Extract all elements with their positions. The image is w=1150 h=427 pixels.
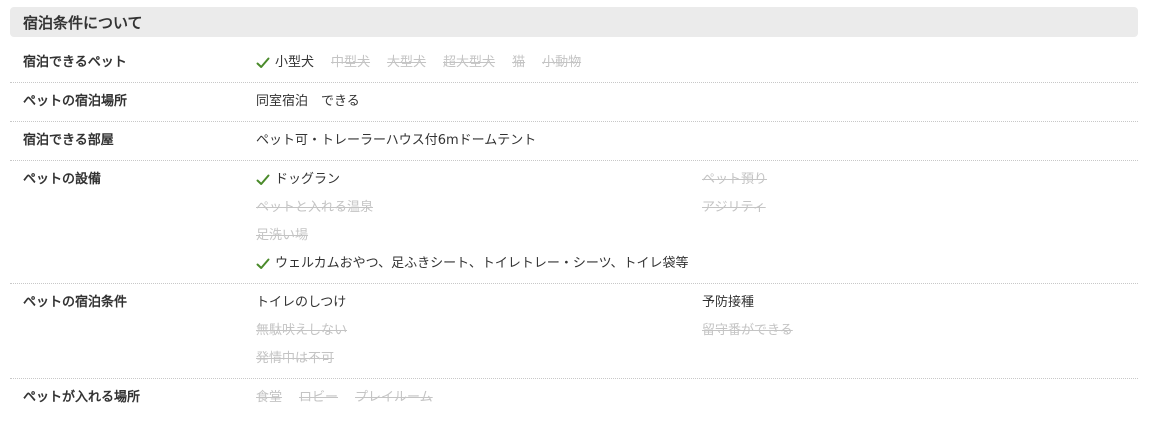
row-stay-location: ペットの宿泊場所 同室宿泊 できる — [10, 83, 1138, 122]
row-facilities: ペットの設備 ドッグラン ペット預り ペットと入れる温泉 アジリティ 足洗い場 … — [10, 161, 1138, 284]
list-item: 小動物 — [542, 55, 582, 70]
place-list: 食堂 ロビー プレイルーム — [256, 384, 1138, 412]
row-content: ペット可・トレーラーハウス付6mドームテント — [256, 122, 1138, 160]
row-label: 宿泊できるペット — [23, 55, 127, 70]
pet-type-list: 小型犬 中型犬 大型犬 超大型犬 猫 小動物 — [256, 49, 1138, 77]
row-content: 同室宿泊 できる — [256, 83, 1138, 121]
row-rooms: 宿泊できる部屋 ペット可・トレーラーハウス付6mドームテント — [10, 122, 1138, 161]
row-content: 小型犬 中型犬 大型犬 超大型犬 猫 小動物 — [256, 44, 1138, 82]
list-item: ウェルカムおやつ、足ふきシート、トイレトレー・シーツ、トイレ袋等 — [256, 250, 1138, 278]
row-label: ペットの宿泊条件 — [23, 295, 128, 310]
list-item: アジリティ — [702, 200, 766, 215]
row-label: ペットの宿泊場所 — [23, 94, 128, 109]
row-value: ペット可・トレーラーハウス付6mドームテント — [256, 133, 537, 148]
row-content: トイレのしつけ 予防接種 無駄吠えしない 留守番ができる 発情中は不可 — [256, 284, 1138, 378]
checkmark-icon — [256, 173, 270, 187]
row-allowed-pets: 宿泊できるペット 小型犬 中型犬 大型犬 超大型犬 猫 小動物 — [10, 44, 1138, 83]
section-title: 宿泊条件について — [10, 7, 1138, 37]
lodging-conditions-panel: 宿泊条件について 宿泊できるペット 小型犬 中型犬 大型犬 超大型犬 猫 小動物… — [0, 0, 1150, 427]
row-stay-conditions: ペットの宿泊条件 トイレのしつけ 予防接種 無駄吠えしない 留守番ができる 発情… — [10, 284, 1138, 379]
list-item: 猫 — [512, 55, 526, 70]
facility-list: ドッグラン ペット預り ペットと入れる温泉 アジリティ 足洗い場 ウェルカムおや… — [256, 166, 1138, 278]
row-label: ペットの設備 — [23, 172, 102, 187]
list-item: 超大型犬 — [443, 55, 496, 70]
list-item: トイレのしつけ — [256, 295, 347, 310]
list-item: ロビー — [299, 390, 339, 405]
row-content: 食堂 ロビー プレイルーム — [256, 379, 1138, 417]
list-item: 大型犬 — [387, 55, 427, 70]
list-item: 中型犬 — [331, 55, 371, 70]
row-label: ペットが入れる場所 — [23, 390, 141, 405]
checkmark-icon — [256, 56, 270, 70]
row-label: 宿泊できる部屋 — [23, 133, 114, 148]
row-accessible-places: ペットが入れる場所 食堂 ロビー プレイルーム — [10, 379, 1138, 417]
list-item: 無駄吠えしない — [256, 323, 348, 338]
checkmark-icon — [256, 257, 270, 271]
list-item: ペット預り — [702, 172, 768, 187]
list-item: プレイルーム — [355, 390, 433, 405]
list-item: 留守番ができる — [702, 323, 793, 338]
list-item: 発情中は不可 — [256, 351, 335, 366]
condition-list: トイレのしつけ 予防接種 無駄吠えしない 留守番ができる 発情中は不可 — [256, 289, 1138, 373]
list-item: ドッグラン — [256, 166, 702, 194]
conditions-table: 宿泊できるペット 小型犬 中型犬 大型犬 超大型犬 猫 小動物 ペットの宿泊場所… — [10, 44, 1138, 417]
row-value: 同室宿泊 できる — [256, 94, 360, 109]
list-item: 食堂 — [256, 390, 283, 405]
list-item: ペットと入れる温泉 — [256, 200, 374, 215]
row-content: ドッグラン ペット預り ペットと入れる温泉 アジリティ 足洗い場 ウェルカムおや… — [256, 161, 1138, 283]
list-item: 小型犬 — [256, 49, 314, 77]
list-item: 足洗い場 — [256, 228, 309, 243]
list-item: 予防接種 — [702, 295, 755, 310]
